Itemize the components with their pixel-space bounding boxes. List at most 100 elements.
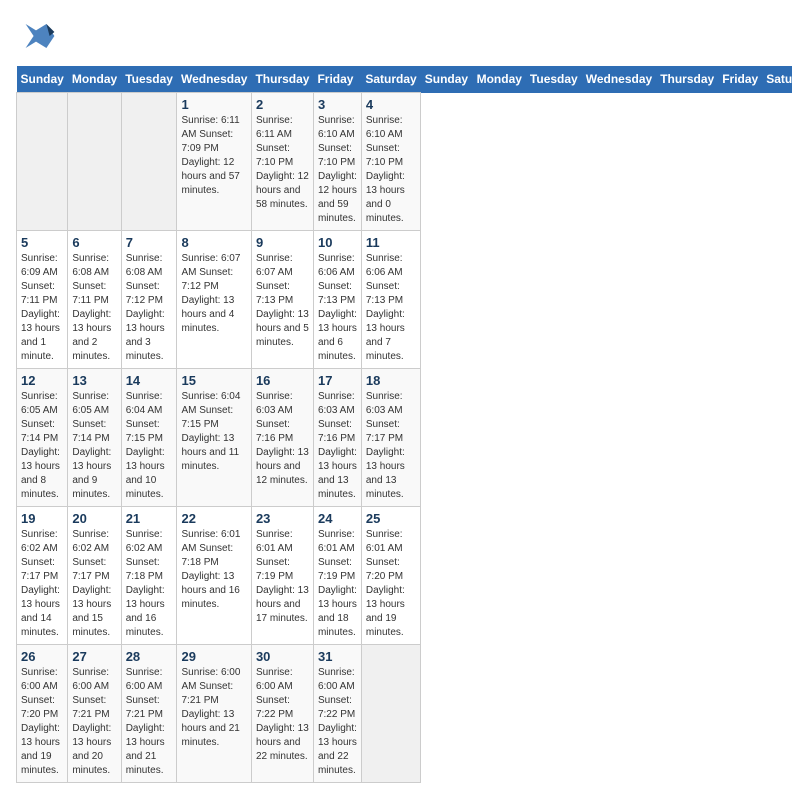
calendar-cell: 5Sunrise: 6:09 AM Sunset: 7:11 PM Daylig… <box>17 231 68 369</box>
day-info: Sunrise: 6:00 AM Sunset: 7:22 PM Dayligh… <box>256 666 309 764</box>
calendar-week-3: 12 Sunrise: 6:05 AM Sunset: 7:14 PM Dayli… <box>17 369 792 507</box>
day-number: 13 <box>72 373 116 388</box>
calendar-table: SundayMondayTuesdayWednesdayThursdayFrid… <box>16 66 792 783</box>
calendar-cell: 21 Sunrise: 6:02 AM Sunset: 7:18 PM Dayli… <box>121 507 177 645</box>
calendar-cell: 13 Sunrise: 6:05 AM Sunset: 7:14 PM Dayli… <box>68 369 121 507</box>
calendar-cell: 4Sunrise: 6:10 AM Sunset: 7:10 PM Daylig… <box>361 93 420 231</box>
header-day-sunday: Sunday <box>17 66 68 93</box>
calendar-cell: 8Sunrise: 6:07 AM Sunset: 7:12 PM Daylig… <box>177 231 251 369</box>
calendar-cell: 25 Sunrise: 6:01 AM Sunset: 7:20 PM Dayli… <box>361 507 420 645</box>
calendar-cell <box>68 93 121 231</box>
day-info: Sunrise: 6:07 AM Sunset: 7:13 PM Dayligh… <box>256 252 309 350</box>
day-info: Sunrise: 6:11 AM Sunset: 7:09 PM Dayligh… <box>181 114 246 198</box>
day-number: 29 <box>181 649 246 664</box>
day-info: Sunrise: 6:00 AM Sunset: 7:20 PM Dayligh… <box>21 666 63 778</box>
day-number: 15 <box>181 373 246 388</box>
calendar-week-1: 1 Sunrise: 6:11 AM Sunset: 7:09 PM Daylig… <box>17 93 792 231</box>
calendar-cell: 22Sunrise: 6:01 AM Sunset: 7:18 PM Dayli… <box>177 507 251 645</box>
day-number: 14 <box>126 373 173 388</box>
header-day-saturday: Saturday <box>762 66 792 93</box>
day-number: 25 <box>366 511 416 526</box>
calendar-cell: 11Sunrise: 6:06 AM Sunset: 7:13 PM Dayli… <box>361 231 420 369</box>
day-number: 1 <box>181 97 246 112</box>
day-info: Sunrise: 6:00 AM Sunset: 7:22 PM Dayligh… <box>318 666 357 778</box>
page-header <box>16 16 776 56</box>
day-info: Sunrise: 6:06 AM Sunset: 7:13 PM Dayligh… <box>318 252 357 364</box>
header-day-sunday: Sunday <box>421 66 473 93</box>
day-info: Sunrise: 6:00 AM Sunset: 7:21 PM Dayligh… <box>181 666 246 750</box>
day-number: 21 <box>126 511 173 526</box>
day-info: Sunrise: 6:03 AM Sunset: 7:16 PM Dayligh… <box>256 390 309 488</box>
header-day-saturday: Saturday <box>361 66 420 93</box>
day-number: 10 <box>318 235 357 250</box>
day-info: Sunrise: 6:01 AM Sunset: 7:20 PM Dayligh… <box>366 528 416 640</box>
day-info: Sunrise: 6:10 AM Sunset: 7:10 PM Dayligh… <box>318 114 357 226</box>
header-day-wednesday: Wednesday <box>582 66 656 93</box>
day-info: Sunrise: 6:02 AM Sunset: 7:18 PM Dayligh… <box>126 528 173 640</box>
logo-icon <box>16 16 56 56</box>
day-number: 31 <box>318 649 357 664</box>
day-number: 7 <box>126 235 173 250</box>
calendar-cell: 16 Sunrise: 6:03 AM Sunset: 7:16 PM Dayli… <box>251 369 313 507</box>
calendar-cell: 3Sunrise: 6:10 AM Sunset: 7:10 PM Daylig… <box>313 93 361 231</box>
header-day-tuesday: Tuesday <box>121 66 177 93</box>
day-number: 22 <box>181 511 246 526</box>
calendar-cell: 23 Sunrise: 6:01 AM Sunset: 7:19 PM Dayli… <box>251 507 313 645</box>
day-number: 17 <box>318 373 357 388</box>
calendar-cell: 31 Sunrise: 6:00 AM Sunset: 7:22 PM Dayli… <box>313 645 361 783</box>
day-number: 6 <box>72 235 116 250</box>
calendar-cell: 17 Sunrise: 6:03 AM Sunset: 7:16 PM Dayli… <box>313 369 361 507</box>
calendar-cell: 12 Sunrise: 6:05 AM Sunset: 7:14 PM Dayli… <box>17 369 68 507</box>
day-info: Sunrise: 6:07 AM Sunset: 7:12 PM Dayligh… <box>181 252 246 336</box>
day-info: Sunrise: 6:09 AM Sunset: 7:11 PM Dayligh… <box>21 252 63 364</box>
day-number: 16 <box>256 373 309 388</box>
header-day-tuesday: Tuesday <box>526 66 582 93</box>
day-number: 26 <box>21 649 63 664</box>
calendar-cell: 1 Sunrise: 6:11 AM Sunset: 7:09 PM Daylig… <box>177 93 251 231</box>
day-info: Sunrise: 6:04 AM Sunset: 7:15 PM Dayligh… <box>126 390 173 502</box>
day-number: 24 <box>318 511 357 526</box>
header-day-thursday: Thursday <box>251 66 313 93</box>
day-number: 30 <box>256 649 309 664</box>
calendar-cell: 15 Sunrise: 6:04 AM Sunset: 7:15 PM Dayli… <box>177 369 251 507</box>
day-number: 27 <box>72 649 116 664</box>
header-day-monday: Monday <box>68 66 121 93</box>
header-day-wednesday: Wednesday <box>177 66 251 93</box>
calendar-week-5: 26 Sunrise: 6:00 AM Sunset: 7:20 PM Dayli… <box>17 645 792 783</box>
day-number: 9 <box>256 235 309 250</box>
day-info: Sunrise: 6:02 AM Sunset: 7:17 PM Dayligh… <box>21 528 63 640</box>
logo <box>16 16 60 56</box>
day-info: Sunrise: 6:05 AM Sunset: 7:14 PM Dayligh… <box>72 390 116 502</box>
day-info: Sunrise: 6:08 AM Sunset: 7:12 PM Dayligh… <box>126 252 173 364</box>
day-info: Sunrise: 6:10 AM Sunset: 7:10 PM Dayligh… <box>366 114 416 226</box>
day-info: Sunrise: 6:04 AM Sunset: 7:15 PM Dayligh… <box>181 390 246 474</box>
day-number: 18 <box>366 373 416 388</box>
day-number: 2 <box>256 97 309 112</box>
header-day-friday: Friday <box>718 66 762 93</box>
day-info: Sunrise: 6:03 AM Sunset: 7:16 PM Dayligh… <box>318 390 357 502</box>
day-number: 12 <box>21 373 63 388</box>
calendar-cell: 29 Sunrise: 6:00 AM Sunset: 7:21 PM Dayli… <box>177 645 251 783</box>
day-info: Sunrise: 6:06 AM Sunset: 7:13 PM Dayligh… <box>366 252 416 364</box>
day-info: Sunrise: 6:00 AM Sunset: 7:21 PM Dayligh… <box>72 666 116 778</box>
calendar-week-4: 19Sunrise: 6:02 AM Sunset: 7:17 PM Dayli… <box>17 507 792 645</box>
calendar-cell: 9 Sunrise: 6:07 AM Sunset: 7:13 PM Daylig… <box>251 231 313 369</box>
calendar-cell: 28Sunrise: 6:00 AM Sunset: 7:21 PM Dayli… <box>121 645 177 783</box>
day-number: 23 <box>256 511 309 526</box>
calendar-cell: 19Sunrise: 6:02 AM Sunset: 7:17 PM Dayli… <box>17 507 68 645</box>
calendar-cell <box>121 93 177 231</box>
header-day-monday: Monday <box>473 66 526 93</box>
calendar-cell: 14 Sunrise: 6:04 AM Sunset: 7:15 PM Dayli… <box>121 369 177 507</box>
day-info: Sunrise: 6:05 AM Sunset: 7:14 PM Dayligh… <box>21 390 63 502</box>
header-day-thursday: Thursday <box>656 66 718 93</box>
calendar-cell: 24Sunrise: 6:01 AM Sunset: 7:19 PM Dayli… <box>313 507 361 645</box>
calendar-cell: 26 Sunrise: 6:00 AM Sunset: 7:20 PM Dayli… <box>17 645 68 783</box>
day-info: Sunrise: 6:01 AM Sunset: 7:19 PM Dayligh… <box>256 528 309 626</box>
header-day-friday: Friday <box>313 66 361 93</box>
day-info: Sunrise: 6:11 AM Sunset: 7:10 PM Dayligh… <box>256 114 309 212</box>
day-number: 28 <box>126 649 173 664</box>
day-info: Sunrise: 6:02 AM Sunset: 7:17 PM Dayligh… <box>72 528 116 640</box>
calendar-cell <box>361 645 420 783</box>
calendar-cell: 7 Sunrise: 6:08 AM Sunset: 7:12 PM Daylig… <box>121 231 177 369</box>
calendar-cell <box>17 93 68 231</box>
